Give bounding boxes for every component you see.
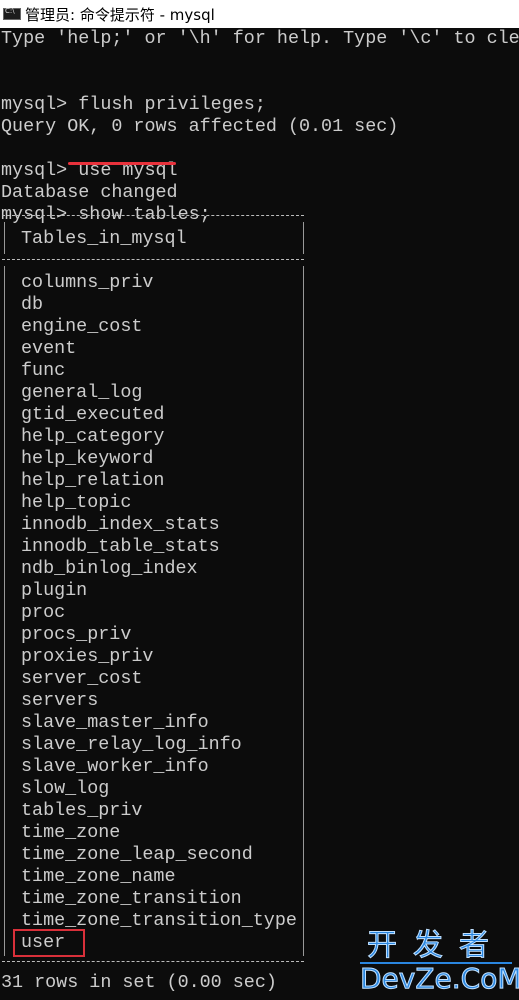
table-left-border xyxy=(4,266,5,956)
annotation-highlight-box xyxy=(13,929,85,957)
annotation-underline xyxy=(68,162,176,165)
table-row: help_category xyxy=(21,426,165,447)
table-row: general_log xyxy=(21,382,143,403)
window-titlebar: 管理员: 命令提示符 - mysql xyxy=(0,0,519,28)
table-row: columns_priv xyxy=(21,272,154,293)
table-row: slave_relay_log_info xyxy=(21,734,242,755)
table-row: server_cost xyxy=(21,668,143,689)
table-right-border xyxy=(303,266,304,956)
footer-line: 31 rows in set (0.00 sec) xyxy=(1,972,277,993)
table-row: gtid_executed xyxy=(21,404,165,425)
table-header-separator xyxy=(2,259,304,260)
table-row: slow_log xyxy=(21,778,110,799)
table-row: plugin xyxy=(21,580,88,601)
table-row: help_relation xyxy=(21,470,165,491)
table-row: slave_worker_info xyxy=(21,756,209,777)
table-header: Tables_in_mysql xyxy=(21,228,187,249)
intro-line: Type 'help;' or '\h' for help. Type '\c'… xyxy=(1,28,519,49)
table-row: func xyxy=(21,360,66,381)
table-row: servers xyxy=(21,690,99,711)
command-line: mysql> flush privileges; xyxy=(1,94,266,115)
table-right-border xyxy=(303,222,304,254)
table-row: time_zone_name xyxy=(21,866,176,887)
table-row: slave_master_info xyxy=(21,712,209,733)
table-left-border xyxy=(4,222,5,254)
table-row: ndb_binlog_index xyxy=(21,558,198,579)
cmd-icon xyxy=(3,7,21,20)
table-row: help_keyword xyxy=(21,448,154,469)
table-row: time_zone_leap_second xyxy=(21,844,253,865)
table-bottom-border xyxy=(2,961,304,962)
table-row: proxies_priv xyxy=(21,646,154,667)
console-output[interactable]: Type 'help;' or '\h' for help. Type '\c'… xyxy=(0,28,519,1000)
watermark-en: DevZe.CoM xyxy=(360,962,519,995)
table-top-border xyxy=(2,215,304,216)
watermark-cn: 开发者 xyxy=(367,928,505,963)
result-line: Database changed xyxy=(1,182,178,203)
result-line: Query OK, 0 rows affected (0.01 sec) xyxy=(1,116,399,137)
table-row: db xyxy=(21,294,44,315)
table-row: proc xyxy=(21,602,66,623)
table-row: engine_cost xyxy=(21,316,143,337)
table-row: tables_priv xyxy=(21,800,143,821)
table-row: event xyxy=(21,338,77,359)
window-title: 管理员: 命令提示符 - mysql xyxy=(25,5,215,24)
table-row: innodb_index_stats xyxy=(21,514,220,535)
table-row: innodb_table_stats xyxy=(21,536,220,557)
table-row: procs_priv xyxy=(21,624,132,645)
watermark-logo: 开发者 DevZe.CoM xyxy=(360,928,519,995)
table-row: help_topic xyxy=(21,492,132,513)
table-row: time_zone xyxy=(21,822,121,843)
table-row: time_zone_transition xyxy=(21,888,242,909)
